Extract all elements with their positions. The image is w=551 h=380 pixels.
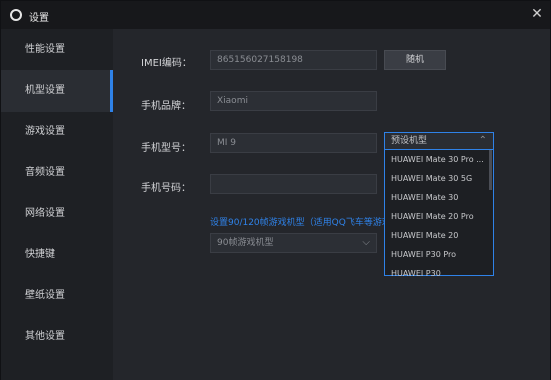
phone-number-field[interactable] [210,174,377,194]
high-fps-model-link[interactable]: 设置90/120帧游戏机型（适用QQ飞车等游戏） [210,215,400,228]
model-field[interactable]: MI 9 [210,133,377,153]
title-bar: 设置 ✕ [1,1,550,29]
sidebar-item-device-model[interactable]: 机型设置 [1,70,113,112]
brand-field[interactable]: Xiaomi [210,91,377,111]
preset-model-select-value: 预设机型 [391,136,428,146]
sidebar-item-network[interactable]: 网络设置 [1,193,113,235]
sidebar-item-audio[interactable]: 音频设置 [1,152,113,194]
imei-label: IMEI编码： [141,58,192,69]
dropdown-option[interactable]: HUAWEI Mate 30 [385,188,489,207]
settings-window: 设置 ✕ 性能设置 机型设置 游戏设置 音频设置 网络设置 快捷键 壁纸设置 其… [0,0,551,380]
dropdown-option[interactable]: HUAWEI Mate 20 Pro [385,207,489,226]
sidebar: 性能设置 机型设置 游戏设置 音频设置 网络设置 快捷键 壁纸设置 其他设置 [1,29,113,380]
app-logo-icon [10,9,22,21]
phone-number-label: 手机号码： [141,183,191,194]
sidebar-item-other[interactable]: 其他设置 [1,316,113,358]
preset-model-dropdown[interactable]: 预设机型 ⌃ HUAWEI Mate 30 Pro ... HUAWEI Mat… [384,132,494,276]
dropdown-option[interactable]: HUAWEI P30 [385,264,489,276]
window-title: 设置 [29,13,49,24]
close-icon[interactable]: ✕ [531,7,543,21]
imei-field[interactable]: 865156027158198 [210,50,377,70]
fps-model-select-value: 90帧游戏机型 [217,238,274,248]
dropdown-scrollbar[interactable] [489,150,492,190]
sidebar-item-game[interactable]: 游戏设置 [1,111,113,153]
dropdown-option[interactable]: HUAWEI P30 Pro [385,245,489,264]
preset-model-select[interactable]: 预设机型 ⌃ [384,132,494,150]
chevron-up-icon: ⌃ [478,135,487,146]
sidebar-item-wallpaper[interactable]: 壁纸设置 [1,275,113,317]
sidebar-item-shortcuts[interactable]: 快捷键 [1,234,113,276]
random-imei-button[interactable]: 随机 [384,50,446,70]
dropdown-option[interactable]: HUAWEI Mate 30 Pro ... [385,150,489,169]
dropdown-option[interactable]: HUAWEI Mate 20 [385,226,489,245]
model-label: 手机型号： [141,143,191,154]
fps-model-select[interactable]: 90帧游戏机型 ⌵ [210,233,377,253]
brand-label: 手机品牌： [141,101,191,112]
dropdown-option[interactable]: HUAWEI Mate 30 5G [385,169,489,188]
preset-model-options: HUAWEI Mate 30 Pro ... HUAWEI Mate 30 5G… [384,150,494,276]
chevron-down-icon: ⌵ [362,237,370,248]
sidebar-item-performance[interactable]: 性能设置 [1,29,113,71]
